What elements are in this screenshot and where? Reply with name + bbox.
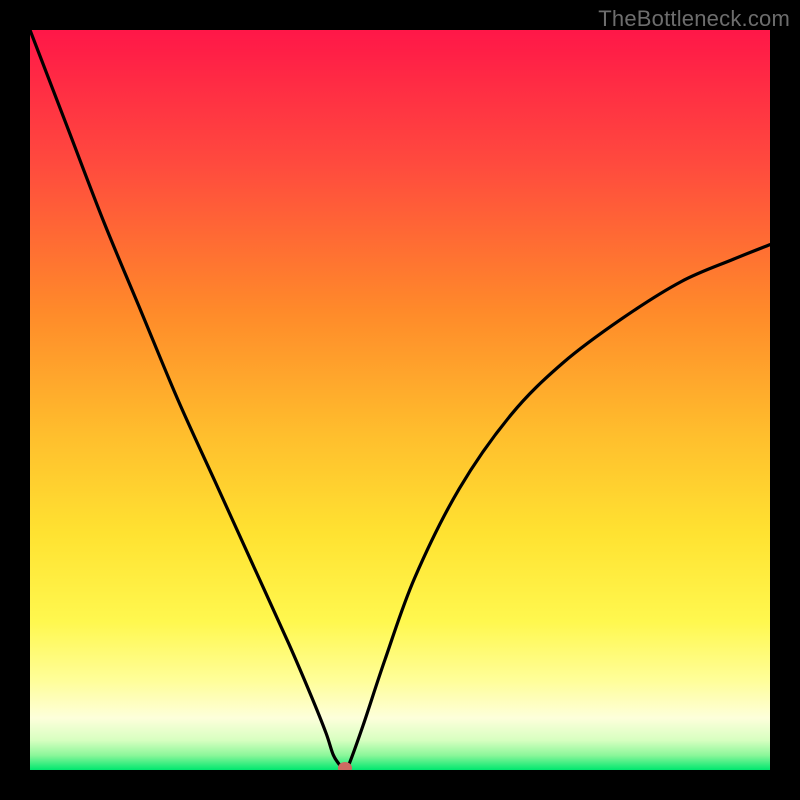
chart-frame: TheBottleneck.com [0,0,800,800]
plot-area [30,30,770,770]
watermark: TheBottleneck.com [598,6,790,32]
optimum-point [338,762,352,770]
bottleneck-curve [30,30,770,770]
